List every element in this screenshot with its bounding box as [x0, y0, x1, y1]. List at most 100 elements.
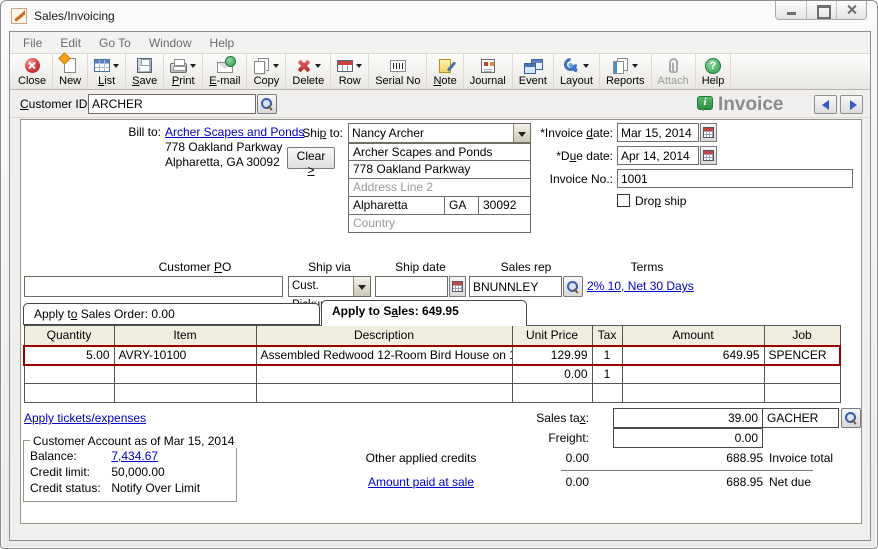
delete-x-icon: [296, 58, 312, 74]
cell-job[interactable]: SPENCER: [764, 346, 840, 365]
journal-button[interactable]: Journal: [464, 54, 513, 89]
calendar-icon: [703, 150, 714, 161]
terms-link[interactable]: 2% 10, Net 30 Days: [587, 279, 694, 293]
menu-edit[interactable]: Edit: [51, 36, 90, 50]
cell-tax[interactable]: [592, 384, 622, 403]
dropdown-arrow-icon[interactable]: [356, 64, 362, 68]
customer-id-input[interactable]: [88, 94, 256, 114]
cell-quantity[interactable]: 5.00: [24, 346, 114, 365]
help-button[interactable]: Help: [696, 54, 732, 89]
menu-goto[interactable]: Go To: [90, 36, 140, 50]
invoice-no-input[interactable]: [617, 169, 853, 188]
cell-description[interactable]: [256, 365, 512, 384]
sales-tax-lookup-button[interactable]: [841, 408, 861, 428]
cell-quantity[interactable]: [24, 365, 114, 384]
email-button[interactable]: E-mail: [203, 54, 247, 89]
cell-amount[interactable]: 649.95: [622, 346, 764, 365]
credit-status-value: Notify Over Limit: [111, 481, 200, 495]
save-button[interactable]: Save: [126, 54, 164, 89]
col-tax: Tax: [592, 326, 622, 346]
sales-tax-amount-field[interactable]: 39.00: [613, 408, 763, 428]
table-row[interactable]: 5.00 AVRY-10100 Assembled Redwood 12-Roo…: [24, 346, 840, 365]
due-date-input[interactable]: [617, 146, 699, 165]
cell-quantity[interactable]: [24, 384, 114, 403]
drop-ship-checkbox[interactable]: [617, 194, 630, 207]
cell-tax[interactable]: 1: [592, 365, 622, 384]
clear-ship-to-button[interactable]: Clear >: [287, 147, 335, 169]
cell-item[interactable]: [114, 365, 256, 384]
ship-to-city-field[interactable]: Alpharetta: [349, 197, 445, 214]
close-button[interactable]: Close: [12, 54, 53, 89]
dropdown-arrow-icon[interactable]: [583, 64, 589, 68]
delete-button[interactable]: Delete: [286, 54, 331, 89]
ship-date-calendar-button[interactable]: [449, 276, 466, 297]
invoice-info-bubble-icon[interactable]: [697, 96, 713, 110]
ship-date-input[interactable]: [375, 276, 448, 297]
event-button[interactable]: Event: [513, 54, 554, 89]
cell-description[interactable]: Assembled Redwood 12-Room Bird House on …: [256, 346, 512, 365]
ship-to-state-field[interactable]: GA: [445, 197, 479, 214]
cell-item[interactable]: AVRY-10100: [114, 346, 256, 365]
invoice-date-calendar-button[interactable]: [700, 123, 717, 142]
dropdown-arrow-icon[interactable]: [632, 64, 638, 68]
button-label: Row: [339, 75, 361, 87]
apply-tickets-expenses-link[interactable]: Apply tickets/expenses: [24, 411, 146, 425]
previous-record-button[interactable]: [814, 95, 837, 114]
serial-no-button[interactable]: Serial No: [369, 54, 427, 89]
ship-to-zip-field[interactable]: 30092: [479, 197, 530, 214]
balance-row: Balance: 7,434.67: [30, 449, 158, 463]
note-icon: [439, 59, 451, 73]
tab-apply-to-sales[interactable]: Apply to Sales: 649.95: [321, 300, 527, 326]
cell-job[interactable]: [764, 384, 840, 403]
new-button[interactable]: New: [53, 54, 88, 89]
balance-value-link[interactable]: 7,434.67: [111, 449, 158, 463]
menu-window[interactable]: Window: [140, 36, 201, 50]
invoice-date-input[interactable]: [617, 123, 699, 142]
cell-tax[interactable]: 1: [592, 346, 622, 365]
net-due-label: Net due: [769, 475, 811, 489]
tab-apply-to-sales-order[interactable]: Apply to Sales Order: 0.00: [23, 303, 320, 325]
amount-paid-at-sale-link[interactable]: Amount paid at sale: [351, 475, 491, 489]
layout-button[interactable]: Layout: [554, 54, 600, 89]
close-window-button[interactable]: [836, 0, 866, 19]
dropdown-arrow-icon[interactable]: [190, 64, 196, 68]
due-date-calendar-button[interactable]: [700, 146, 717, 165]
reports-button[interactable]: Reports: [600, 54, 652, 89]
cell-amount[interactable]: [622, 365, 764, 384]
customer-id-lookup-button[interactable]: [257, 94, 277, 114]
note-button[interactable]: Note: [427, 54, 463, 89]
cell-item[interactable]: [114, 384, 256, 403]
window-title: Sales/Invoicing: [34, 9, 115, 23]
sales-tax-code-field[interactable]: GACHER: [762, 408, 839, 428]
maximize-button[interactable]: [806, 0, 836, 19]
sales-rep-lookup-button[interactable]: [563, 276, 583, 297]
dropdown-arrow-icon[interactable]: [315, 64, 321, 68]
credit-status-label: Credit status:: [30, 481, 108, 495]
dropdown-arrow-icon[interactable]: [273, 64, 279, 68]
menu-help[interactable]: Help: [201, 36, 244, 50]
cell-amount[interactable]: [622, 384, 764, 403]
cell-job[interactable]: [764, 365, 840, 384]
row-button[interactable]: Row: [331, 54, 369, 89]
copy-button[interactable]: Copy: [247, 54, 286, 89]
credit-status-row: Credit status: Notify Over Limit: [30, 481, 200, 495]
customer-po-input[interactable]: [24, 276, 283, 297]
ship-to-country-field[interactable]: Country: [348, 215, 531, 233]
freight-amount-field[interactable]: 0.00: [613, 428, 763, 448]
sales-rep-input[interactable]: [469, 276, 562, 297]
menu-file[interactable]: File: [14, 36, 51, 50]
chevron-down-icon[interactable]: [353, 277, 370, 296]
table-row[interactable]: 0.00 1: [24, 365, 840, 384]
cell-unit-price[interactable]: 129.99: [512, 346, 592, 365]
cell-unit-price[interactable]: [512, 384, 592, 403]
print-button[interactable]: Print: [164, 54, 203, 89]
minimize-button[interactable]: [776, 0, 806, 19]
cell-description[interactable]: [256, 384, 512, 403]
list-button[interactable]: List: [88, 54, 126, 89]
cell-unit-price[interactable]: 0.00: [512, 365, 592, 384]
dropdown-arrow-icon[interactable]: [113, 64, 119, 68]
ship-via-combobox[interactable]: Cust. Pickup: [288, 276, 371, 297]
table-row[interactable]: [24, 384, 840, 403]
next-record-button[interactable]: [840, 95, 863, 114]
customer-po-label: Customer PO: [105, 260, 285, 274]
